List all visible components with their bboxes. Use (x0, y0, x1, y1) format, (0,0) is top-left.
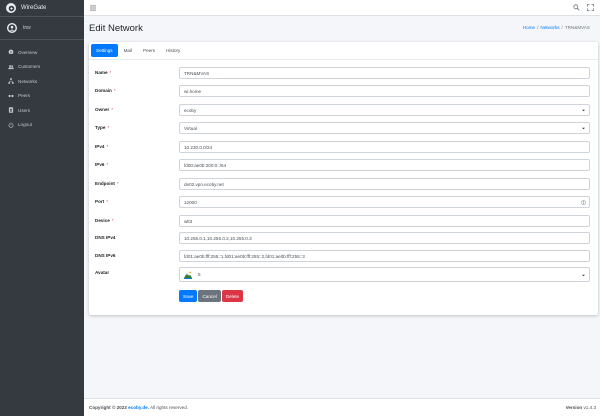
peers-icon (8, 93, 14, 99)
mountain-avatar-icon (184, 271, 192, 279)
user-badge-icon (8, 107, 14, 113)
breadcrumb-separator: / (537, 25, 539, 30)
number-spinner-icon[interactable] (581, 200, 586, 205)
form-row-name: Name * TRN&MVAS (89, 67, 598, 79)
port-value: 12000 (184, 199, 197, 205)
footer-copyright: Copyright © 2023 ecoby.de. All rights re… (89, 405, 189, 410)
endpoint-label: Endpoint * (95, 181, 119, 186)
form-row-dns-ipv6: DNS IPv6 fd01:ae0b:fff:255::1,fd01:ae0b:… (89, 250, 598, 262)
hamburger-menu-icon[interactable] (90, 5, 96, 11)
search-icon[interactable] (573, 4, 580, 11)
ipv6-input[interactable]: fd00:ae0b:200:0::/64 (179, 159, 590, 171)
user-name: tnw (23, 25, 31, 31)
edit-network-card: Settings Mail Peers History Name * TRN&MV… (89, 42, 598, 315)
sidebar-item-label: Customers (18, 64, 41, 70)
tab-history[interactable]: History (161, 44, 185, 57)
port-input[interactable]: 12000 (179, 196, 590, 208)
footer-company-link[interactable]: ecoby.de. (128, 405, 149, 410)
dns-ipv4-input[interactable]: 10.255.0.1,10.255.0.2,10.255.0.3 (179, 232, 590, 244)
form-actions: Save Cancel Delete (179, 290, 244, 302)
sidebar-item-users[interactable]: Users (0, 103, 84, 118)
tab-peers[interactable]: Peers (138, 44, 160, 57)
form-row-ipv6: IPv6 * fd00:ae0b:200:0::/64 (89, 159, 598, 171)
sidebar-item-label: Networks (18, 78, 38, 84)
type-selected-value: Virtual (184, 125, 197, 131)
delete-button[interactable]: Delete (221, 290, 244, 302)
footer: Copyright © 2023 ecoby.de. All rights re… (84, 398, 600, 416)
sidebar-item-networks[interactable]: Networks (0, 74, 84, 89)
breadcrumb-current: TRN&MVAS (564, 25, 590, 30)
avatar-label: Avatar (95, 270, 110, 275)
dns-ipv6-input[interactable]: fd01:ae0b:fff:255::1,fd01:ae0b:fff:255::… (179, 250, 590, 262)
users-icon (8, 64, 14, 70)
domain-label: Domain * (95, 88, 116, 93)
dns-ipv6-label: DNS IPv6 (95, 253, 116, 258)
name-input[interactable]: TRN&MVAS (179, 67, 590, 79)
wiregate-logo-icon (6, 3, 16, 13)
sidebar-item-label: Users (18, 107, 30, 113)
sidebar-nav: Overview Customers Networks Peers Users … (0, 45, 84, 132)
user-avatar-icon (7, 23, 17, 33)
footer-version: Version v1.4.3 (565, 405, 596, 410)
sidebar-item-label: Logout (18, 122, 33, 128)
ipv4-input[interactable]: 10.230.0.0/24 (179, 141, 590, 153)
tab-divider (89, 59, 598, 60)
form-row-port: Port * 12000 (89, 196, 598, 208)
form-row-avatar: Avatar 5 (89, 267, 598, 282)
breadcrumb: Home / Networks / TRN&MVAS (523, 25, 590, 30)
sidebar-item-overview[interactable]: Overview (0, 45, 84, 60)
chevron-down-icon (582, 274, 585, 277)
form-row-type: Type * Virtual (89, 122, 598, 134)
endpoint-input[interactable]: de02.vpn.ecoby.net (179, 178, 590, 190)
type-select[interactable]: Virtual (179, 122, 590, 134)
dns-ipv4-label: DNS IPv4 (95, 235, 116, 240)
brand-name: WireGate (21, 5, 47, 11)
breadcrumb-home[interactable]: Home (523, 25, 535, 30)
sidebar: WireGate tnw Overview Customers Networks… (0, 0, 84, 416)
sidebar-item-logout[interactable]: Logout (0, 118, 84, 133)
chevron-down-icon (582, 127, 585, 130)
type-label: Type * (95, 125, 110, 130)
cancel-button[interactable]: Cancel (198, 290, 221, 302)
device-input[interactable]: wlt3 (179, 215, 590, 227)
brand[interactable]: WireGate (0, 0, 84, 17)
form-row-endpoint: Endpoint * de02.vpn.ecoby.net (89, 178, 598, 190)
form-row-dns-ipv4: DNS IPv4 10.255.0.1,10.255.0.2,10.255.0.… (89, 232, 598, 244)
form-row-domain: Domain * wi.home (89, 85, 598, 97)
chevron-down-icon (582, 109, 585, 112)
name-label: Name * (95, 70, 112, 75)
owner-selected-value: ecoby (184, 107, 197, 113)
form-row-ipv4: IPv4 * 10.230.0.0/24 (89, 141, 598, 153)
avatar-selected-value: 5 (198, 272, 201, 277)
tab-bar: Settings Mail Peers History (91, 44, 186, 58)
owner-select[interactable]: ecoby (179, 104, 590, 116)
sidebar-item-peers[interactable]: Peers (0, 89, 84, 104)
form-row-owner: Owner * ecoby (89, 104, 598, 116)
page-title: Edit Network (89, 23, 143, 34)
owner-label: Owner * (95, 107, 114, 112)
network-icon (8, 78, 14, 84)
domain-input[interactable]: wi.home (179, 85, 590, 97)
fullscreen-icon[interactable] (587, 4, 594, 11)
tab-mail[interactable]: Mail (119, 44, 137, 57)
port-label: Port * (95, 199, 108, 204)
sidebar-item-customers[interactable]: Customers (0, 60, 84, 75)
user-panel[interactable]: tnw (0, 17, 84, 40)
tab-settings[interactable]: Settings (91, 44, 118, 57)
avatar-select[interactable]: 5 (179, 267, 590, 282)
gauge-icon (8, 49, 14, 55)
device-label: Device * (95, 218, 114, 223)
power-icon (8, 122, 14, 128)
breadcrumb-networks[interactable]: Networks (540, 25, 559, 30)
ipv6-label: IPv6 * (95, 162, 109, 167)
breadcrumb-separator: / (561, 25, 563, 30)
form-row-device: Device * wlt3 (89, 215, 598, 227)
sidebar-item-label: Peers (18, 93, 31, 99)
top-navbar (84, 0, 600, 16)
ipv4-label: IPv4 * (95, 144, 109, 149)
sidebar-item-label: Overview (18, 49, 38, 55)
save-button[interactable]: Save (179, 290, 198, 302)
